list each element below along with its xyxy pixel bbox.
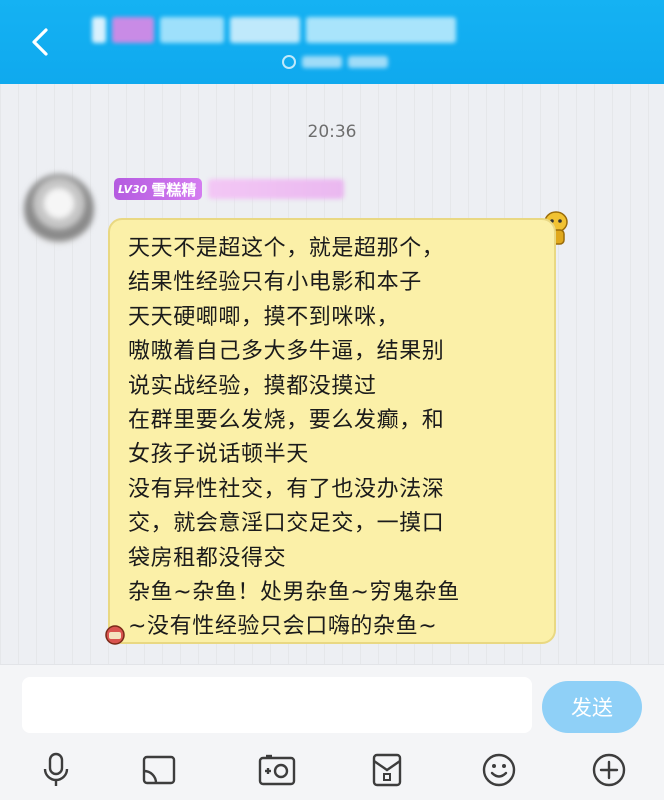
back-button[interactable]	[22, 22, 58, 62]
emoji-button[interactable]	[476, 747, 522, 793]
online-status-icon	[282, 55, 296, 69]
camera-icon	[258, 754, 296, 786]
microphone-icon	[43, 752, 69, 786]
message-input[interactable]	[22, 677, 532, 733]
sender-level-badge: LV30 雪糕精	[114, 178, 203, 200]
more-button[interactable]	[586, 747, 632, 793]
message-list[interactable]: 20:36 LV30 雪糕精 天天不是超这个，就是超那个， 结果性经验只有小电影…	[0, 84, 664, 664]
chat-title-redacted	[92, 12, 470, 48]
sender-info: LV30 雪糕精	[114, 176, 345, 202]
chat-header	[0, 0, 664, 84]
voice-button[interactable]	[33, 747, 79, 793]
level-tag: LV30	[118, 182, 148, 196]
input-toolbar	[0, 745, 664, 795]
image-button[interactable]	[136, 747, 182, 793]
chevron-left-icon	[32, 28, 48, 56]
emoji-icon	[482, 753, 516, 787]
image-icon	[142, 755, 176, 785]
message-text: 天天不是超这个，就是超那个， 结果性经验只有小电影和本子 天天硬唧唧，摸不到咪咪…	[128, 236, 460, 640]
bubble-corner-icon	[105, 625, 125, 645]
sender-avatar[interactable]	[24, 174, 94, 244]
red-packet-button[interactable]	[364, 747, 410, 793]
input-bar: 发送	[0, 664, 664, 800]
chat-subtitle-redacted	[282, 52, 388, 72]
sender-title-redacted	[208, 179, 345, 199]
plus-icon	[592, 753, 626, 787]
red-packet-icon	[372, 753, 402, 787]
camera-button[interactable]	[254, 747, 300, 793]
send-button[interactable]: 发送	[542, 681, 642, 733]
message-timestamp: 20:36	[307, 122, 357, 142]
sender-name: 雪糕精	[151, 180, 197, 199]
message-bubble[interactable]: 天天不是超这个，就是超那个， 结果性经验只有小电影和本子 天天硬唧唧，摸不到咪咪…	[108, 218, 556, 644]
